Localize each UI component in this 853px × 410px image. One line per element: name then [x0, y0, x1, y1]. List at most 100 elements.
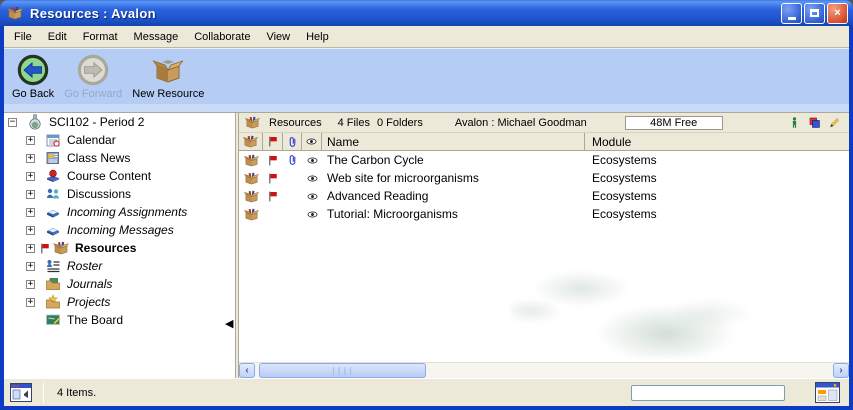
menu-message[interactable]: Message — [126, 28, 187, 46]
pencil-icon[interactable] — [828, 116, 841, 129]
file-row[interactable]: The Carbon Cycle Ecosystems — [239, 151, 849, 169]
book-icon — [45, 204, 61, 220]
minimize-button[interactable] — [781, 3, 802, 24]
eye-icon — [305, 173, 320, 184]
toolbar-substrip — [4, 104, 849, 112]
file-row[interactable]: Advanced Reading Ecosystems — [239, 187, 849, 205]
free-space-indicator: 48M Free — [625, 116, 723, 130]
statusbar-divider — [43, 383, 44, 403]
tree-item-label: Resources — [75, 241, 136, 255]
tree-item-class-root[interactable]: − SCI102 - Period 2 — [4, 113, 235, 131]
expand-toggle-icon[interactable]: + — [26, 244, 35, 253]
account-name: Avalon : Michael Goodman — [455, 117, 587, 129]
collapse-toggle-icon[interactable]: − — [8, 118, 17, 127]
scroll-right-button[interactable]: › — [833, 363, 849, 378]
file-name: Web site for microorganisms — [322, 169, 585, 187]
tree-item-roster[interactable]: + Roster — [4, 257, 235, 275]
file-module: Ecosystems — [585, 169, 849, 187]
book-icon — [45, 222, 61, 238]
go-back-button[interactable]: Go Back — [12, 54, 54, 100]
layout-panel-icon[interactable] — [815, 382, 840, 403]
expand-toggle-icon[interactable]: + — [26, 226, 35, 235]
tree-item-class-news[interactable]: + Class News — [4, 149, 235, 167]
collapse-panel-icon[interactable]: ◀ — [225, 319, 233, 330]
file-list: The Carbon Cycle Ecosystems Web site for… — [239, 151, 849, 362]
column-item-type[interactable] — [239, 133, 263, 150]
flag-icon — [267, 135, 279, 148]
file-name: Advanced Reading — [322, 187, 585, 205]
expand-toggle-icon[interactable]: + — [26, 190, 35, 199]
menu-view[interactable]: View — [258, 28, 298, 46]
flag-icon — [267, 190, 279, 203]
expand-toggle-icon[interactable]: + — [26, 172, 35, 181]
app-body: File Edit Format Message Collaborate Vie… — [4, 26, 849, 406]
expand-toggle-icon[interactable]: + — [26, 154, 35, 163]
tree-item-incoming-messages[interactable]: + Incoming Messages — [4, 221, 235, 239]
window-panel-icon[interactable] — [10, 383, 32, 402]
course-content-icon — [45, 168, 61, 184]
go-back-icon — [17, 54, 49, 86]
tree-item-label: Journals — [67, 277, 112, 291]
column-name[interactable]: Name — [322, 133, 585, 150]
menu-format[interactable]: Format — [75, 28, 126, 46]
flag-icon — [267, 172, 279, 185]
expand-toggle-icon[interactable]: + — [26, 262, 35, 271]
tree-item-label: Incoming Assignments — [67, 205, 187, 219]
expand-toggle-icon[interactable]: + — [26, 298, 35, 307]
new-resource-button[interactable]: New Resource — [132, 54, 204, 100]
item-count-text: 4 Items. — [57, 387, 96, 399]
tree-item-projects[interactable]: + Projects — [4, 293, 235, 311]
tree-item-calendar[interactable]: + Calendar — [4, 131, 235, 149]
scrollbar-track[interactable]: |||| — [255, 363, 833, 378]
scroll-left-button[interactable]: ‹ — [239, 363, 255, 378]
column-viewed[interactable] — [302, 133, 322, 150]
tree-item-discussions[interactable]: + Discussions — [4, 185, 235, 203]
file-row[interactable]: Web site for microorganisms Ecosystems — [239, 169, 849, 187]
eye-icon — [305, 155, 320, 166]
tree-item-journals[interactable]: + Journals — [4, 275, 235, 293]
file-name: The Carbon Cycle — [322, 151, 585, 169]
horizontal-scrollbar: ‹ |||| › — [239, 362, 849, 378]
paperclip-icon — [286, 153, 299, 167]
menu-edit[interactable]: Edit — [40, 28, 75, 46]
tree-item-course-content[interactable]: + Course Content — [4, 167, 235, 185]
go-forward-button[interactable]: Go Forward — [64, 54, 122, 100]
tree-item-label: Class News — [67, 151, 130, 165]
eye-icon — [305, 191, 320, 202]
maximize-button[interactable] — [804, 3, 825, 24]
expand-toggle-icon[interactable]: + — [26, 136, 35, 145]
paperclip-icon — [286, 135, 299, 149]
file-count: 4 Files — [338, 117, 370, 129]
go-forward-icon — [77, 54, 109, 86]
expand-toggle-icon[interactable]: + — [26, 280, 35, 289]
expand-toggle-icon[interactable]: + — [26, 208, 35, 217]
column-module[interactable]: Module — [585, 133, 849, 150]
file-name: Tutorial: Microorganisms — [322, 205, 585, 223]
menu-file[interactable]: File — [6, 28, 40, 46]
menu-collaborate[interactable]: Collaborate — [186, 28, 258, 46]
scrollbar-thumb[interactable]: |||| — [259, 363, 426, 378]
status-bar: 4 Items. — [4, 378, 849, 406]
folder-count: 0 Folders — [377, 117, 423, 129]
column-attachment[interactable] — [283, 133, 302, 150]
tree-item-label: Course Content — [67, 169, 151, 183]
person-icon[interactable] — [788, 116, 801, 129]
layers-icon[interactable] — [808, 116, 821, 129]
navigation-tree: − SCI102 - Period 2 + Calendar + Class N… — [4, 113, 235, 378]
flag-icon — [267, 154, 279, 167]
column-flag[interactable] — [263, 133, 283, 150]
resource-box-icon — [244, 207, 259, 222]
tree-item-incoming-assignments[interactable]: + Incoming Assignments — [4, 203, 235, 221]
board-icon — [45, 312, 61, 328]
file-row[interactable]: Tutorial: Microorganisms Ecosystems — [239, 205, 849, 223]
window-title: Resources : Avalon — [30, 6, 156, 21]
menu-help[interactable]: Help — [298, 28, 337, 46]
tree-item-label: Roster — [67, 259, 102, 273]
new-resource-icon — [152, 54, 184, 86]
tree-item-label: Discussions — [67, 187, 131, 201]
list-column-header: Name Module — [239, 133, 849, 151]
tree-item-resources[interactable]: + Resources — [4, 239, 235, 257]
resource-box-icon — [244, 153, 259, 168]
close-button[interactable]: × — [827, 3, 848, 24]
tree-item-the-board[interactable]: The Board — [4, 311, 235, 329]
